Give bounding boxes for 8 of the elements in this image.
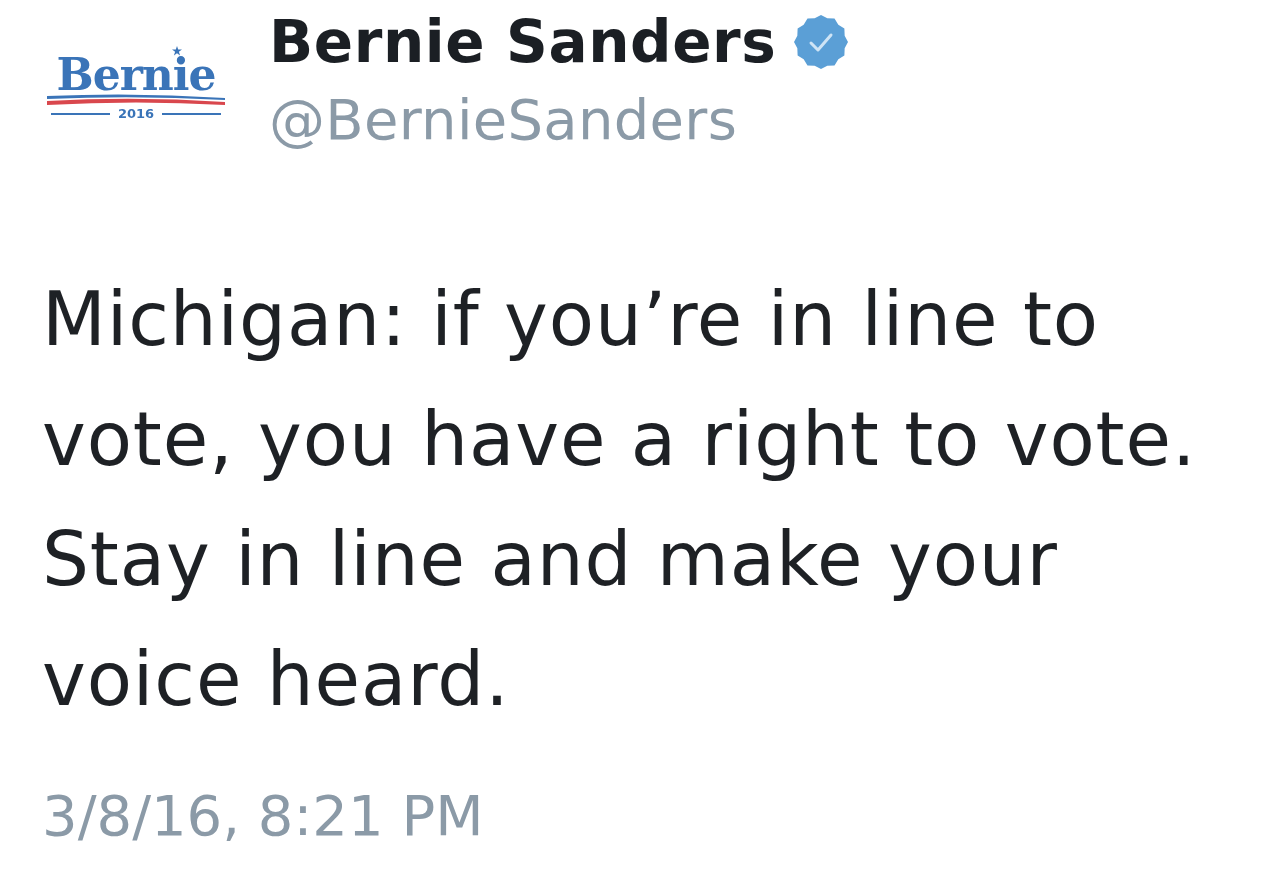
tweet-text: Michigan: if you’re in line to vote, you have a right to vote. Stay in line and make your voice heard. — [42, 275, 1198, 724]
display-name: Bernie Sanders — [269, 9, 777, 75]
tweet-timestamp: 3/8/16, 8:21 PM — [42, 784, 485, 848]
logo-wordmark: Bernie — [56, 58, 216, 92]
user-handle: @BernieSanders — [269, 88, 739, 152]
star-icon — [172, 46, 182, 56]
stripes-icon — [45, 92, 227, 106]
logo-year: 2016 — [117, 106, 155, 122]
